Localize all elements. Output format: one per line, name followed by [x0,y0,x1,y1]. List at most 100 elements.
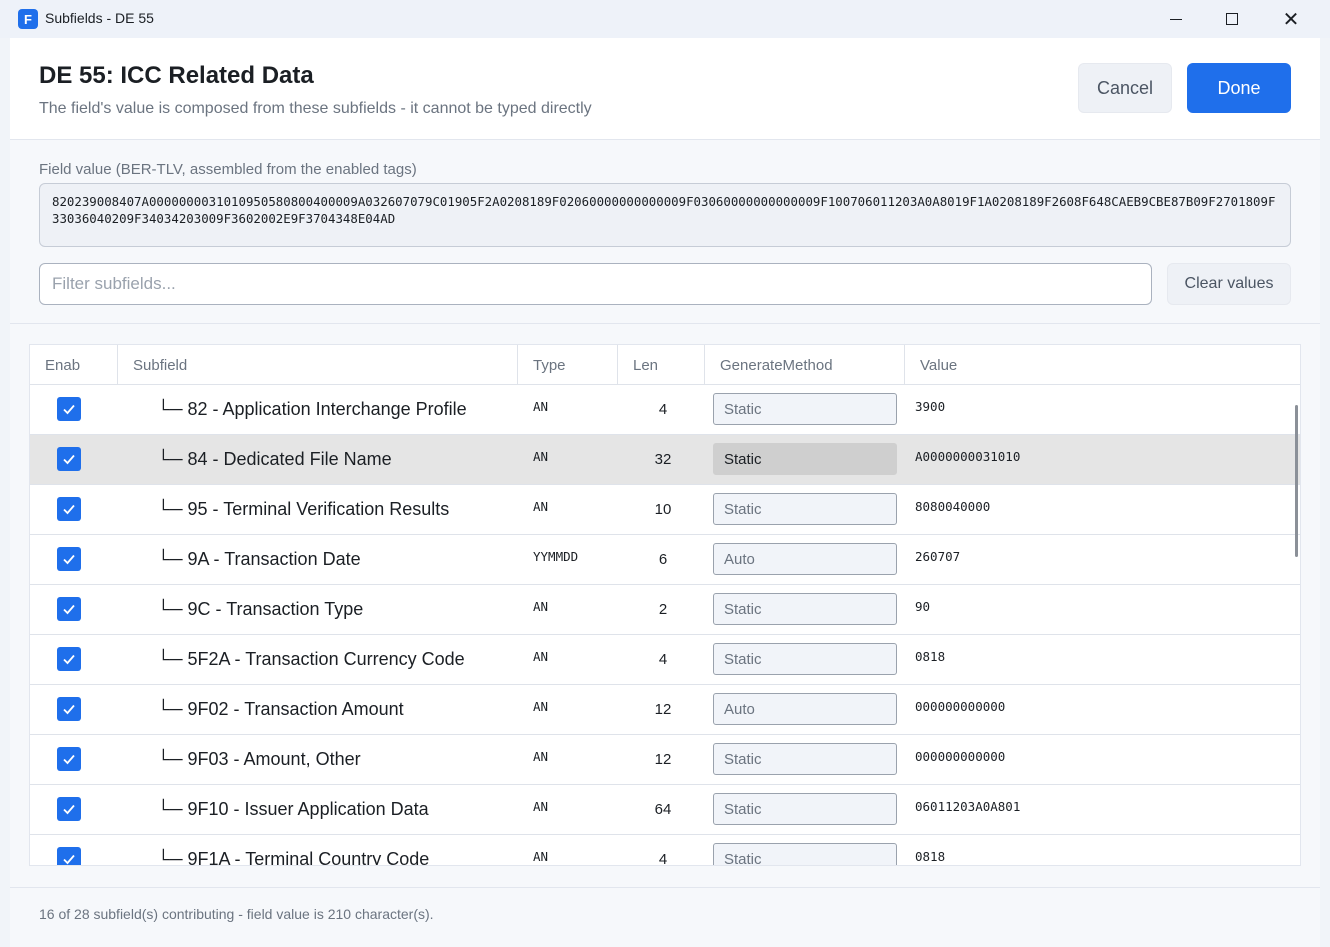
table-row[interactable]: └─ 9A - Transaction Date YYMMDD 6 Auto 26070… [30,535,1300,585]
minimize-button[interactable] [1148,0,1204,38]
maximize-button[interactable] [1204,0,1260,38]
subfield-value[interactable]: 0818 [915,849,945,864]
column-header-generate-method[interactable]: GenerateMethod [705,345,905,385]
field-value-display[interactable]: 820239008407A000000003101095058080040000… [39,183,1291,247]
subfield-name: └─ 9C - Transaction Type [157,599,364,619]
subfield-type: AN [533,499,549,514]
enabled-checkbox[interactable] [57,497,81,521]
enabled-checkbox[interactable] [57,697,81,721]
filter-input[interactable]: Filter subfields... [39,263,1152,305]
subfield-len: 4 [658,851,668,866]
enabled-checkbox[interactable] [57,597,81,621]
subfields-grid: Enab Subfield Type Len GenerateMethod Va… [29,344,1301,866]
enabled-checkbox[interactable] [57,397,81,421]
generate-method-select[interactable]: Static [713,443,897,475]
table-row[interactable]: └─ 9C - Transaction Type AN 2 Static 90 [30,585,1300,635]
subfield-name: └─ 9F02 - Transaction Amount [157,699,404,719]
subfield-type: AN [533,699,549,714]
generate-method-select[interactable]: Static [713,493,897,525]
column-header-value[interactable]: Value [905,345,1300,385]
column-header-len[interactable]: Len [618,345,705,385]
clear-values-button[interactable]: Clear values [1167,263,1291,305]
checkmark-icon [63,454,75,465]
subfield-type: AN [533,749,549,764]
checkmark-icon [63,604,75,615]
grid-area: Enab Subfield Type Len GenerateMethod Va… [10,324,1320,887]
subfield-type: AN [533,449,549,464]
minimize-icon [1170,18,1182,20]
generate-method-select[interactable]: Auto [713,693,897,725]
checkmark-icon [63,654,75,665]
subfield-len: 6 [658,551,668,568]
table-row[interactable]: └─ 84 - Dedicated File Name AN 32 Static A00… [30,435,1300,485]
close-icon: ✕ [1282,7,1300,31]
column-header-enabled[interactable]: Enab [30,345,118,385]
page-subtitle: The field's value is composed from these… [39,100,592,117]
grid-header: Enab Subfield Type Len GenerateMethod Va… [30,345,1300,385]
app-icon: F [18,9,38,29]
subfield-type: AN [533,399,549,414]
subfield-len: 4 [658,651,668,668]
enabled-checkbox[interactable] [57,847,81,865]
subfield-name: └─ 9F1A - Terminal Country Code [157,849,430,866]
window-title: Subfields - DE 55 [45,10,154,26]
column-header-subfield[interactable]: Subfield [118,345,518,385]
enabled-checkbox[interactable] [57,547,81,571]
cancel-button[interactable]: Cancel [1078,63,1172,113]
field-value-label: Field value (BER-TLV, assembled from the… [39,161,417,178]
subfield-type: AN [533,599,549,614]
table-row[interactable]: └─ 82 - Application Interchange Profile A… [30,385,1300,435]
table-row[interactable]: └─ 9F1A - Terminal Country Code AN 4 Static… [30,835,1300,866]
subfield-value[interactable]: 90 [915,599,930,614]
checkmark-icon [63,804,75,815]
subfield-type: AN [533,649,549,664]
subfield-name: └─ 5F2A - Transaction Currency Code [157,649,465,669]
table-row[interactable]: └─ 9F02 - Transaction Amount AN 12 Auto 0000… [30,685,1300,735]
done-button[interactable]: Done [1187,63,1291,113]
subfield-name: └─ 9A - Transaction Date [157,549,361,569]
table-row[interactable]: └─ 9F10 - Issuer Application Data AN 64 Sta… [30,785,1300,835]
table-row[interactable]: └─ 9F03 - Amount, Other AN 12 Static 0000000… [30,735,1300,785]
subfield-value[interactable]: 3900 [915,399,945,414]
generate-method-select[interactable]: Static [713,643,897,675]
subfield-name: └─ 9F10 - Issuer Application Data [157,799,429,819]
enabled-checkbox[interactable] [57,747,81,771]
dialog-content: DE 55: ICC Related Data The field's valu… [10,38,1320,947]
subfield-len: 64 [654,801,672,818]
subfield-value[interactable]: 260707 [915,549,960,564]
grid-scrollbar[interactable] [1295,405,1298,557]
subfield-name: └─ 9F03 - Amount, Other [157,749,361,769]
table-row[interactable]: └─ 95 - Terminal Verification Results AN 1… [30,485,1300,535]
maximize-icon [1226,13,1238,25]
subfield-value[interactable]: 000000000000 [915,749,1005,764]
column-header-type[interactable]: Type [518,345,618,385]
subfield-len: 2 [658,601,668,618]
table-row[interactable]: └─ 5F2A - Transaction Currency Code AN 4 St… [30,635,1300,685]
generate-method-select[interactable]: Static [713,793,897,825]
subfield-type: YYMMDD [533,549,579,564]
checkmark-icon [63,704,75,715]
page-title: DE 55: ICC Related Data [39,62,314,89]
subfield-type: AN [533,849,549,864]
enabled-checkbox[interactable] [57,447,81,471]
enabled-checkbox[interactable] [57,647,81,671]
subfield-type: AN [533,799,549,814]
subfield-value[interactable]: 06011203A0A801 [915,799,1020,814]
subfield-name: └─ 84 - Dedicated File Name [157,449,392,469]
status-text: 16 of 28 subfield(s) contributing - fiel… [39,906,434,922]
generate-method-select[interactable]: Auto [713,543,897,575]
generate-method-select[interactable]: Static [713,393,897,425]
generate-method-select[interactable]: Static [713,593,897,625]
generate-method-select[interactable]: Static [713,843,897,865]
subfield-value[interactable]: 8080040000 [915,499,990,514]
enabled-checkbox[interactable] [57,797,81,821]
subfield-value[interactable]: A0000000031010 [915,449,1020,464]
close-button[interactable]: ✕ [1263,0,1319,38]
checkmark-icon [63,554,75,565]
checkmark-icon [63,404,75,415]
dialog-header: DE 55: ICC Related Data The field's valu… [10,38,1320,140]
subfield-value[interactable]: 000000000000 [915,699,1005,714]
subfield-name: └─ 82 - Application Interchange Profile [157,399,467,419]
subfield-value[interactable]: 0818 [915,649,945,664]
generate-method-select[interactable]: Static [713,743,897,775]
